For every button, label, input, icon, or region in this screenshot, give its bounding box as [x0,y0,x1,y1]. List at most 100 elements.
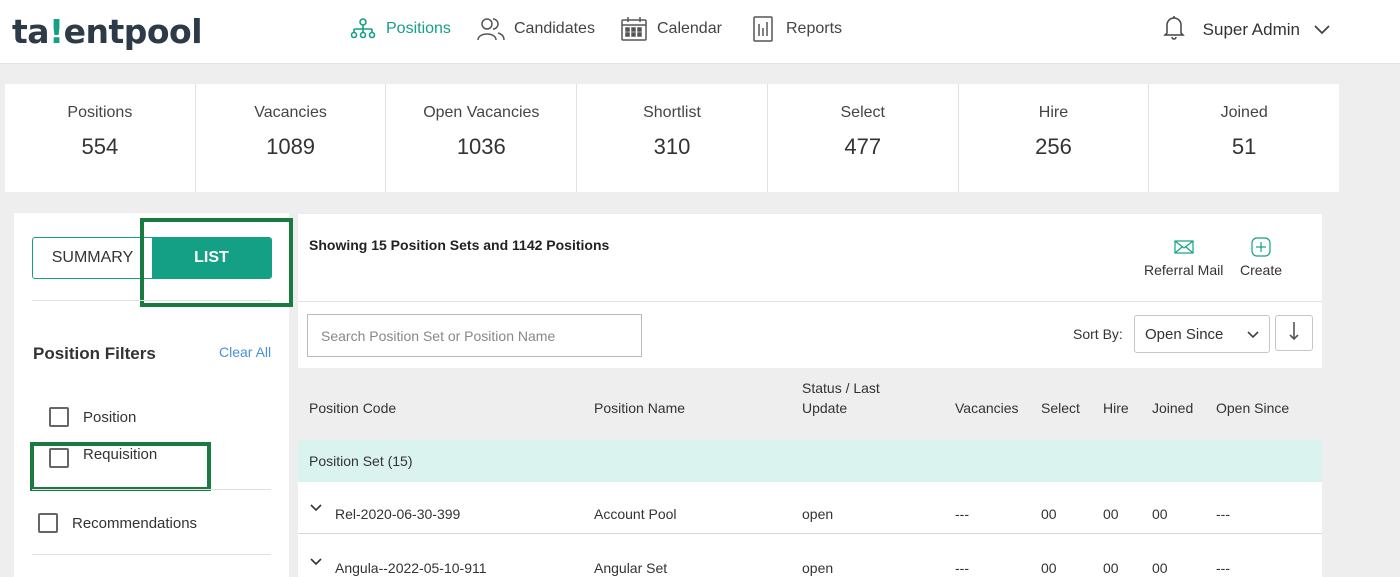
filters-panel: SUMMARY LIST Position Filters Clear All … [14,213,293,577]
mail-icon [1174,236,1194,258]
column-header-open-since[interactable]: Open Since [1216,398,1289,418]
stat-value: 256 [1035,134,1072,159]
nav-reports[interactable]: Reports [748,14,842,44]
stat-value: 477 [844,134,882,159]
column-header-select[interactable]: Select [1041,398,1080,418]
stat-positions[interactable]: Positions 554 [5,84,196,192]
bell-icon[interactable] [1162,14,1185,45]
cell-joined: 00 [1152,506,1168,522]
highlight-box-requisition [30,442,211,491]
filter-label: Position [83,408,137,426]
org-chart-icon [348,15,378,43]
cell-open-since: --- [1216,560,1230,576]
nav-positions-label: Positions [386,20,451,37]
stat-joined[interactable]: Joined 51 [1149,84,1339,192]
position-checkbox[interactable] [49,407,69,427]
referral-mail-label: Referral Mail [1144,262,1224,278]
divider [298,301,1322,302]
cell-position-code: Angula--2022-05-10-911 [335,560,487,576]
referral-mail-button[interactable]: Referral Mail [1144,236,1223,278]
recommendations-checkbox[interactable] [38,513,58,533]
stat-hire[interactable]: Hire 256 [959,84,1150,192]
cell-status: open [802,506,834,522]
cell-position-name: Account Pool [594,506,677,522]
stat-value: 51 [1231,134,1257,159]
sort-by-value: Open Since [1145,325,1224,343]
divider [32,489,271,490]
positions-list-panel: Showing 15 Position Sets and 1142 Positi… [298,214,1322,577]
stat-vacancies[interactable]: Vacancies 1089 [196,84,387,192]
stat-label: Hire [1038,104,1069,121]
column-header-status-line2: Update [802,400,848,416]
stat-label: Vacancies [254,104,327,121]
table-row[interactable]: Angula--2022-05-10-911 Angular Set open … [298,535,1322,577]
column-header-status[interactable]: Status / Last Update [802,378,880,418]
nav-positions[interactable]: Positions [348,14,451,44]
cell-joined: 00 [1152,560,1168,576]
cell-select: 00 [1041,560,1057,576]
nav-calendar[interactable]: Calendar [619,14,722,44]
sort-direction-button[interactable] [1275,315,1313,351]
summary-view-button[interactable]: SUMMARY [33,238,152,278]
user-name: Super Admin [1202,19,1300,39]
stats-summary-bar: Positions 554 Vacancies 1089 Open Vacancie… [5,84,1339,192]
logo-text-start: ta [12,12,50,51]
stat-label: Positions [67,104,133,121]
sort-by-select[interactable]: Open Since [1134,315,1270,353]
cell-vacancies: --- [955,560,969,576]
cell-hire: 00 [1103,506,1119,522]
stat-label: Joined [1220,104,1268,121]
talentpool-logo[interactable]: ta!entpool [12,12,203,51]
clear-all-link[interactable]: Clear All [219,344,271,360]
cell-vacancies: --- [955,506,969,522]
chevron-down-icon [1247,326,1259,343]
chevron-down-icon [1314,20,1330,40]
search-input[interactable] [307,314,642,357]
create-label: Create [1240,262,1283,278]
stat-label: Shortlist [643,104,701,121]
arrow-down-icon [1288,321,1300,346]
plus-circle-icon [1251,236,1271,258]
logo-text-end: entpool [63,12,203,51]
position-filters-title: Position Filters [33,344,156,363]
table-row[interactable]: Rel-2020-06-30-399 Account Pool open ---… [298,482,1322,534]
column-header-joined[interactable]: Joined [1152,398,1193,418]
create-button[interactable]: Create [1240,236,1282,278]
chevron-down-icon[interactable] [310,553,322,571]
showing-summary: Showing 15 Position Sets and 1142 Positi… [309,237,610,253]
filter-position[interactable]: Position [49,407,136,427]
report-icon [748,15,778,43]
column-header-position-code[interactable]: Position Code [309,398,396,418]
nav-calendar-label: Calendar [657,20,722,37]
chevron-down-icon[interactable] [310,499,322,517]
nav-candidates-label: Candidates [514,20,595,37]
cell-select: 00 [1041,506,1057,522]
column-header-position-name[interactable]: Position Name [594,398,685,418]
cell-open-since: --- [1216,506,1230,522]
filter-recommendations[interactable]: Recommendations [38,513,197,533]
cell-hire: 00 [1103,560,1119,576]
logo-text-mark: ! [49,12,64,51]
divider [32,300,271,301]
stat-label: Select [840,104,885,121]
stat-value: 1036 [456,134,506,159]
column-header-hire[interactable]: Hire [1103,398,1129,418]
divider [32,554,271,555]
cell-position-name: Angular Set [594,560,668,576]
nav-candidates[interactable]: Candidates [476,14,595,44]
users-icon [476,15,506,43]
position-set-group-row[interactable]: Position Set (15) [298,440,1322,482]
column-header-vacancies[interactable]: Vacancies [955,398,1019,418]
stat-value: 554 [81,134,119,159]
sort-by-label: Sort By: [1073,326,1123,342]
position-set-group-label: Position Set (15) [309,453,413,469]
table-header: Position Code Position Name Status / Las… [298,368,1322,440]
stat-label: Open Vacancies [423,104,540,121]
cell-status: open [802,560,834,576]
stat-select[interactable]: Select 477 [768,84,959,192]
stat-shortlist[interactable]: Shortlist 310 [577,84,768,192]
column-header-status-line1: Status / Last [802,380,880,396]
user-menu[interactable]: Super Admin [1162,14,1330,45]
stat-open-vacancies[interactable]: Open Vacancies 1036 [386,84,578,192]
stat-value: 310 [653,134,691,159]
